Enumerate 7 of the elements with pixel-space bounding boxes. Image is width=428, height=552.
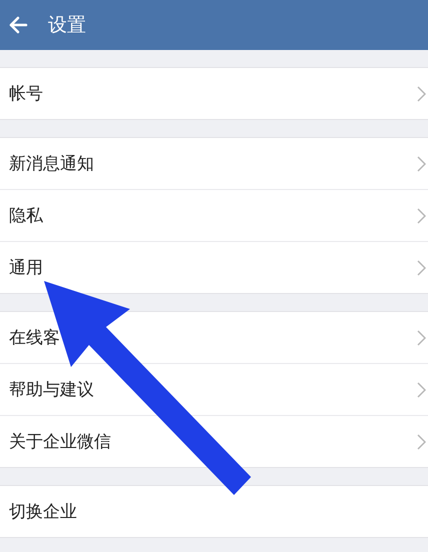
settings-item[interactable]: 帐号 [0,68,428,119]
settings-item[interactable]: 切换企业 [0,486,428,537]
settings-item[interactable]: 隐私 [0,189,428,241]
settings-item[interactable]: 在线客 [0,312,428,363]
page-title: 设置 [48,13,86,38]
settings-item[interactable]: 新消息通知 [0,138,428,189]
back-arrow-icon[interactable] [8,16,28,34]
